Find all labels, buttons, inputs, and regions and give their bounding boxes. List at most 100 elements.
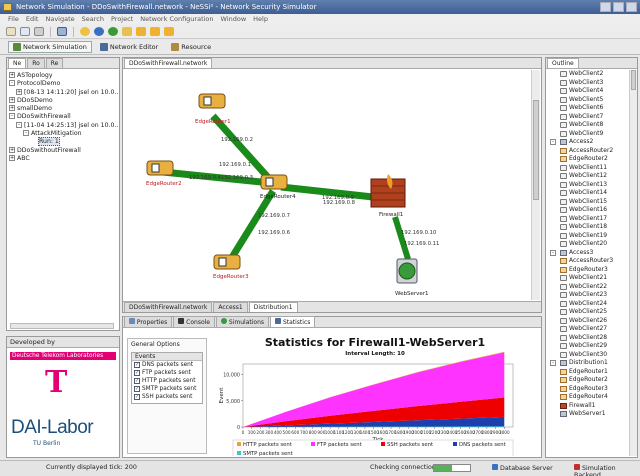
expand-icon[interactable]: - xyxy=(550,360,556,367)
tab-properties[interactable]: Properties xyxy=(124,316,173,327)
outline-item[interactable]: AccessRouter3 xyxy=(550,257,637,266)
tree-item[interactable]: + smallDemo xyxy=(9,105,117,113)
tree-item[interactable]: + DDoSDemo xyxy=(9,96,117,105)
outline-item[interactable]: WebClient13 xyxy=(550,181,637,190)
expand-icon[interactable]: + xyxy=(9,105,15,112)
event-checkbox-row[interactable]: ✓ DNS packets sent xyxy=(132,361,202,369)
outline-item[interactable]: WebClient12 xyxy=(550,172,637,181)
tab-network-page[interactable]: DDoSwithFirewall.network xyxy=(124,302,213,312)
outline-item[interactable]: WebClient3 xyxy=(550,79,637,88)
outline-item[interactable]: - Access2 xyxy=(550,138,637,147)
wizard-icon[interactable] xyxy=(57,27,67,36)
forward-icon[interactable] xyxy=(150,27,160,36)
outline-item[interactable]: WebClient8 xyxy=(550,121,637,130)
outline-item[interactable]: WebClient7 xyxy=(550,113,637,122)
expand-icon[interactable]: - xyxy=(550,249,556,256)
outline-item[interactable]: WebClient25 xyxy=(550,308,637,317)
perspective-network-editor[interactable]: Network Editor xyxy=(95,41,163,53)
outline-item[interactable]: WebClient29 xyxy=(550,342,637,351)
menu-item[interactable]: Edit xyxy=(26,15,39,25)
firewall-icon[interactable] xyxy=(370,174,406,208)
outline-item[interactable]: WebClient22 xyxy=(550,283,637,292)
outline-item[interactable]: WebClient23 xyxy=(550,291,637,300)
tree-horizontal-scrollbar[interactable] xyxy=(10,323,114,329)
outline-item[interactable]: EdgeRouter3 xyxy=(550,385,637,394)
outline-item[interactable]: WebClient9 xyxy=(550,130,637,139)
link-edge4-edge3[interactable] xyxy=(228,189,276,261)
close-button[interactable] xyxy=(626,2,637,12)
back-icon[interactable] xyxy=(136,27,146,36)
tree-item[interactable]: - DDoSwithFirewall xyxy=(9,113,117,121)
menu-item[interactable]: Help xyxy=(253,15,268,25)
tab-routes[interactable]: Ro xyxy=(27,58,45,68)
outline-item[interactable]: WebClient4 xyxy=(550,87,637,96)
expand-icon[interactable]: + xyxy=(9,72,15,78)
tree-item[interactable]: Run: 1 xyxy=(9,137,117,147)
menu-item[interactable]: Search xyxy=(82,15,104,25)
scrollbar-thumb[interactable] xyxy=(631,70,636,90)
tree-item[interactable]: - [11-04 14:25:13] jsel on 10.0... xyxy=(9,121,119,130)
menu-item[interactable]: Window xyxy=(221,15,247,25)
run-icon[interactable] xyxy=(80,27,90,36)
tree-item[interactable]: + DDoSwithoutFirewall xyxy=(9,146,117,155)
outline-item[interactable]: WebClient21 xyxy=(550,274,637,283)
expand-icon[interactable]: + xyxy=(9,146,15,153)
outline-item[interactable]: WebClient27 xyxy=(550,325,637,334)
outline-item[interactable]: EdgeRouter2 xyxy=(550,155,637,164)
new-icon[interactable] xyxy=(6,27,16,36)
link-firewall-webserver[interactable] xyxy=(392,216,411,260)
outline-item[interactable]: WebClient20 xyxy=(550,240,637,249)
outline-item[interactable]: WebClient6 xyxy=(550,104,637,113)
expand-icon[interactable]: - xyxy=(9,80,15,87)
perspective-network-simulation[interactable]: Network Simulation xyxy=(8,41,92,53)
event-checkbox-row[interactable]: ✓ SMTP packets sent xyxy=(132,385,202,393)
outline-item[interactable]: WebClient17 xyxy=(550,215,637,224)
outline-item[interactable]: EdgeRouter3 xyxy=(550,266,637,275)
outline-item[interactable]: WebClient14 xyxy=(550,189,637,198)
outline-item[interactable]: WebClient28 xyxy=(550,334,637,343)
checkbox[interactable]: ✓ xyxy=(134,386,140,392)
menu-item[interactable]: File xyxy=(8,15,19,25)
tab-network-file[interactable]: DDoSwithFirewall.network xyxy=(124,58,213,68)
editor-vertical-scrollbar[interactable] xyxy=(531,70,540,300)
tree-item[interactable]: - AttackMitigation xyxy=(9,130,117,138)
outline-item[interactable]: WebClient11 xyxy=(550,164,637,173)
tab-results[interactable]: Re xyxy=(45,58,64,68)
expand-icon[interactable]: - xyxy=(9,113,15,120)
outline-item[interactable]: WebClient15 xyxy=(550,198,637,207)
event-checkbox-row[interactable]: ✓ SSH packets sent xyxy=(132,393,202,401)
outline-scrollbar[interactable] xyxy=(629,70,637,456)
play-icon[interactable] xyxy=(108,27,118,36)
event-checkbox-row[interactable]: ✓ HTTP packets sent xyxy=(132,377,202,385)
event-checkbox-row[interactable]: ✓ FTP packets sent xyxy=(132,369,202,377)
tab-statistics[interactable]: Statistics xyxy=(270,316,316,327)
tab-outline[interactable]: Outline xyxy=(547,58,579,68)
maximize-button[interactable] xyxy=(613,2,624,12)
outline-item[interactable]: EdgeRouter2 xyxy=(550,376,637,385)
menu-item[interactable]: Navigate xyxy=(45,15,74,25)
tab-simulations[interactable]: Simulations xyxy=(216,316,270,327)
tab-console[interactable]: Console xyxy=(173,316,215,327)
tab-access1[interactable]: Access1 xyxy=(213,302,248,312)
router-icon[interactable] xyxy=(213,254,241,270)
outline-item[interactable]: Firewall1 xyxy=(550,402,637,411)
expand-icon[interactable]: + xyxy=(9,96,15,103)
tree-item[interactable]: + ASTopology xyxy=(9,72,117,80)
save-icon[interactable] xyxy=(20,27,30,36)
expand-icon[interactable]: + xyxy=(9,154,15,161)
outline-item[interactable]: WebClient16 xyxy=(550,206,637,215)
outline-item[interactable]: WebClient24 xyxy=(550,300,637,309)
nav-icon[interactable] xyxy=(164,27,174,36)
print-icon[interactable] xyxy=(34,27,44,36)
outline-item[interactable]: AccessRouter2 xyxy=(550,147,637,156)
folder-icon[interactable] xyxy=(122,27,132,36)
outline-item[interactable]: - Access3 xyxy=(550,249,637,258)
expand-icon[interactable]: - xyxy=(23,130,29,137)
refresh-icon[interactable] xyxy=(94,27,104,36)
tab-networks[interactable]: Ne xyxy=(8,58,27,68)
expand-icon[interactable]: - xyxy=(550,139,556,146)
link-edge1-edge4[interactable] xyxy=(210,113,276,186)
tab-distribution1[interactable]: Distribution1 xyxy=(248,302,298,312)
menu-item[interactable]: Project xyxy=(111,15,133,25)
outline-item[interactable]: WebClient2 xyxy=(550,70,637,79)
